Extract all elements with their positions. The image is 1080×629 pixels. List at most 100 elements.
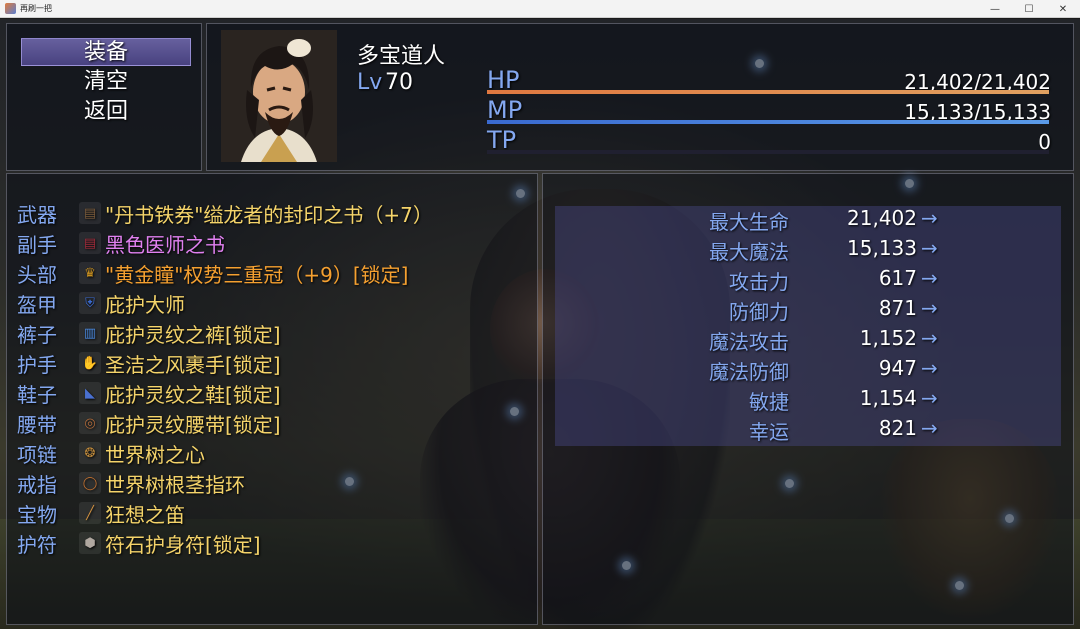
game-screen: 装备 清空 返回 多宝道人 Lv 70 HP 21,402/21,402 MP … [0, 19, 1080, 629]
command-return-label: 返回 [83, 99, 128, 124]
command-return[interactable]: 返回 [21, 98, 191, 126]
pants-icon: ▥ [79, 322, 101, 344]
arrow-right-icon: → [921, 326, 938, 350]
equip-item-name: "黄金瞳"权势三重冠（+9）[锁定] [105, 262, 409, 287]
mp-gauge [487, 120, 1049, 124]
param-label: 防御力 [729, 300, 789, 324]
param-row: 敏捷 1,154 → [555, 386, 1061, 416]
status-window: 多宝道人 Lv 70 HP 21,402/21,402 MP 15,133/15… [206, 23, 1074, 171]
param-row: 最大魔法 15,133 → [555, 236, 1061, 266]
param-row: 魔法攻击 1,152 → [555, 326, 1061, 356]
arrow-right-icon: → [921, 266, 938, 290]
mp-gauge-fill [487, 120, 1049, 124]
equip-slot-label: 戒指 [17, 472, 57, 497]
equip-slot-row[interactable]: 腰带 ◎ 庇护灵纹腰带[锁定] [17, 408, 281, 438]
equip-slot-row[interactable]: 宝物 ╱ 狂想之笛 [17, 498, 185, 528]
equip-item-name: 符石护身符[锁定] [105, 532, 261, 557]
red-book-icon: ▤ [79, 232, 101, 254]
param-label: 敏捷 [749, 390, 789, 414]
param-row: 攻击力 617 → [555, 266, 1061, 296]
arrow-right-icon: → [921, 296, 938, 320]
command-equip-label: 装备 [83, 40, 128, 65]
equipment-window: 武器 ▤ "丹书铁券"缢龙者的封印之书（+7） 副手 ▤ 黑色医师之书头部 ♛ "黄金瞳"权势… [6, 173, 538, 625]
close-button[interactable]: ✕ [1046, 0, 1080, 18]
crown-icon: ♛ [79, 262, 101, 284]
maximize-button[interactable]: ☐ [1012, 0, 1046, 18]
equip-item-name: 圣洁之风裹手[锁定] [105, 352, 281, 377]
equip-slot-row[interactable]: 裤子 ▥ 庇护灵纹之裤[锁定] [17, 318, 281, 348]
window-title: 再刷一把 [20, 4, 52, 13]
app-icon [5, 3, 16, 14]
equip-slot-label: 头部 [17, 262, 57, 287]
window-titlebar: 再刷一把 — ☐ ✕ [0, 0, 1080, 18]
parameter-list: 最大生命 21,402 → 最大魔法 15,133 → 攻击力 617 → 防御力 871 → 魔法攻击… [555, 206, 1061, 446]
command-clear-label: 清空 [83, 69, 128, 94]
param-value: 1,154 [859, 386, 917, 410]
equip-slot-label: 武器 [17, 202, 57, 227]
level-value: 70 [385, 70, 413, 95]
param-value: 15,133 [847, 236, 917, 260]
param-value: 21,402 [847, 206, 917, 230]
param-label: 最大生命 [709, 210, 789, 234]
command-window: 装备 清空 返回 [6, 23, 202, 171]
equip-item-name: 黑色医师之书 [105, 232, 225, 257]
equip-item-name: 庇护灵纹腰带[锁定] [105, 412, 281, 437]
ring-icon: ◯ [79, 472, 101, 494]
param-value: 821 [878, 416, 917, 440]
param-row: 幸运 821 → [555, 416, 1061, 446]
equip-item-name: 狂想之笛 [105, 502, 185, 527]
param-label: 魔法防御 [709, 360, 789, 384]
arrow-right-icon: → [921, 236, 938, 260]
window-controls: — ☐ ✕ [978, 0, 1080, 18]
necklace-icon: ❂ [79, 442, 101, 464]
param-row: 最大生命 21,402 → [555, 206, 1061, 236]
command-clear[interactable]: 清空 [21, 68, 191, 96]
equip-slot-label: 宝物 [17, 502, 57, 527]
equip-slot-row[interactable]: 鞋子 ◣ 庇护灵纹之鞋[锁定] [17, 378, 281, 408]
equip-slot-row[interactable]: 项链 ❂ 世界树之心 [17, 438, 205, 468]
tp-gauge [487, 150, 1049, 154]
param-value: 947 [878, 356, 917, 380]
arrow-right-icon: → [921, 206, 938, 230]
equip-slot-row[interactable]: 副手 ▤ 黑色医师之书 [17, 228, 225, 258]
equip-slot-label: 护手 [17, 352, 57, 377]
armor-icon: ⛨ [79, 292, 101, 314]
param-label: 魔法攻击 [709, 330, 789, 354]
equip-item-name: "丹书铁券"缢龙者的封印之书（+7） [105, 202, 433, 227]
equip-item-name: 庇护灵纹之裤[锁定] [105, 322, 281, 347]
equip-slot-label: 护符 [17, 532, 57, 557]
hp-gauge [487, 90, 1049, 94]
equip-slot-label: 副手 [17, 232, 57, 257]
parameter-window: 最大生命 21,402 → 最大魔法 15,133 → 攻击力 617 → 防御力 871 → 魔法攻击… [542, 173, 1074, 625]
equip-slot-row[interactable]: 头部 ♛ "黄金瞳"权势三重冠（+9）[锁定] [17, 258, 409, 288]
arrow-right-icon: → [921, 416, 938, 440]
flute-icon: ╱ [79, 502, 101, 524]
equip-item-name: 庇护灵纹之鞋[锁定] [105, 382, 281, 407]
arrow-right-icon: → [921, 386, 938, 410]
param-value: 1,152 [859, 326, 917, 350]
equip-item-name: 庇护大师 [105, 292, 185, 317]
param-row: 防御力 871 → [555, 296, 1061, 326]
equip-slot-label: 项链 [17, 442, 57, 467]
equip-slot-row[interactable]: 武器 ▤ "丹书铁券"缢龙者的封印之书（+7） [17, 198, 433, 228]
equip-slot-row[interactable]: 戒指 ◯ 世界树根茎指环 [17, 468, 245, 498]
equip-slot-row[interactable]: 护符 ⬢ 符石护身符[锁定] [17, 528, 261, 558]
param-label: 最大魔法 [709, 240, 789, 264]
equip-slot-label: 腰带 [17, 412, 57, 437]
equip-slot-label: 盔甲 [17, 292, 57, 317]
actor-portrait [221, 30, 337, 162]
minimize-button[interactable]: — [978, 0, 1012, 18]
equip-slot-row[interactable]: 盔甲 ⛨ 庇护大师 [17, 288, 185, 318]
equip-slot-label: 鞋子 [17, 382, 57, 407]
belt-icon: ◎ [79, 412, 101, 434]
book-icon: ▤ [79, 202, 101, 224]
rune-stone-icon: ⬢ [79, 532, 101, 554]
actor-name: 多宝道人 [357, 44, 446, 69]
shoes-icon: ◣ [79, 382, 101, 404]
param-value: 871 [878, 296, 917, 320]
command-equip[interactable]: 装备 [21, 38, 191, 66]
equip-slot-row[interactable]: 护手 ✋ 圣洁之风裹手[锁定] [17, 348, 281, 378]
equip-item-name: 世界树根茎指环 [105, 472, 245, 497]
param-label: 幸运 [749, 420, 789, 444]
equip-item-name: 世界树之心 [105, 442, 205, 467]
